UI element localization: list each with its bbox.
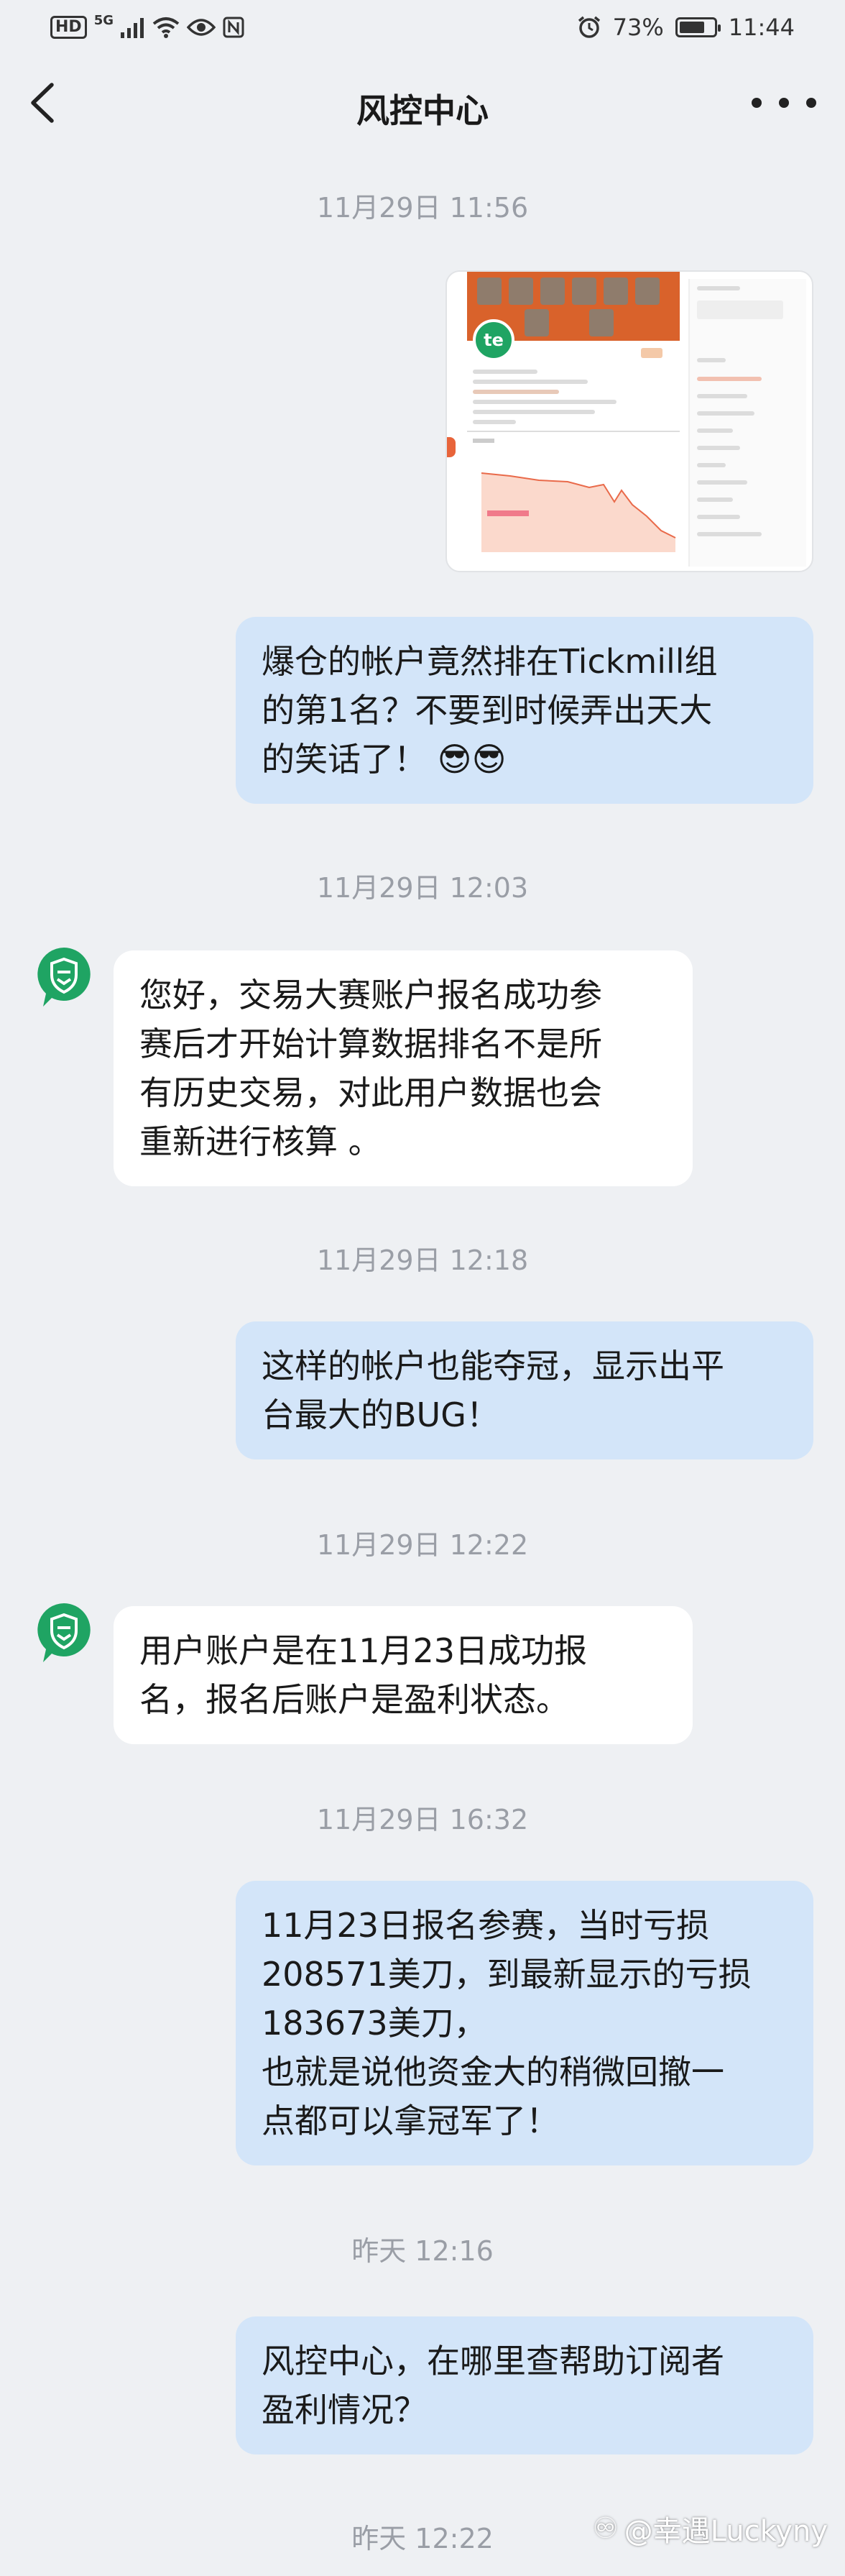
avatar bbox=[37, 1603, 91, 1662]
weibo-logo-icon: ♾ bbox=[592, 2512, 619, 2545]
image-side-panel bbox=[688, 279, 806, 567]
timestamp: 11月29日 12:22 bbox=[316, 1529, 529, 1561]
message-bubble-sent[interactable]: 11月23日报名参赛，当时亏损 208571美刀，到最新显示的亏损 183673… bbox=[236, 1881, 813, 2165]
timestamp: 11月29日 11:56 bbox=[316, 192, 529, 224]
message-bubble-received[interactable]: 用户账户是在11月23日成功报 名，报名后账户是盈利状态。 bbox=[114, 1606, 693, 1744]
nfc-icon bbox=[223, 17, 244, 38]
wifi-icon bbox=[152, 17, 180, 38]
message-bubble-sent[interactable]: 这样的帐户也能夺冠，显示出平 台最大的BUG！ bbox=[236, 1321, 813, 1459]
watermark-text: @幸遇Luckyny bbox=[624, 2515, 828, 2548]
more-dots-icon bbox=[779, 98, 789, 108]
hd-badge: HD bbox=[50, 16, 87, 39]
message-bubble-received[interactable]: 您好，交易大赛账户报名成功参 赛后才开始计算数据排名不是所 有历史交易，对此用户… bbox=[114, 950, 693, 1186]
timestamp: 11月29日 12:03 bbox=[316, 872, 529, 904]
page-title: 风控中心 bbox=[356, 91, 489, 130]
battery-percent: 73% bbox=[612, 14, 664, 41]
battery-icon bbox=[675, 17, 721, 37]
battery-level bbox=[679, 22, 704, 33]
status-bar: HD 5G 73% 11:44 bbox=[0, 0, 845, 58]
image-edge-handle bbox=[447, 437, 456, 457]
avatar bbox=[37, 948, 91, 1007]
watermark: ♾ @幸遇Luckyny bbox=[593, 2508, 828, 2549]
signal-icon bbox=[121, 18, 144, 38]
more-dots-icon bbox=[752, 98, 762, 108]
alarm-icon bbox=[578, 16, 600, 38]
image-chart bbox=[467, 431, 680, 552]
status-time: 11:44 bbox=[728, 14, 795, 41]
message-bubble-sent[interactable]: 风控中心，在哪里查帮助订阅者 盈利情况？ bbox=[236, 2316, 813, 2454]
status-left: HD 5G bbox=[50, 13, 244, 42]
timestamp: 昨天 12:16 bbox=[351, 2235, 494, 2267]
chat-header: 风控中心 bbox=[0, 63, 845, 142]
timestamp: 11月29日 16:32 bbox=[316, 1804, 529, 1835]
status-right: 73% 11:44 bbox=[577, 12, 795, 43]
message-bubble-sent[interactable]: 爆仓的帐户竟然排在Tickmill组 的第1名？不要到时候弄出天大 的笑话了！ … bbox=[236, 617, 813, 804]
more-dots-icon bbox=[806, 98, 816, 108]
image-message[interactable]: te bbox=[445, 270, 813, 572]
eye-icon bbox=[187, 19, 216, 36]
more-options-button[interactable] bbox=[752, 86, 816, 119]
timestamp: 11月29日 12:18 bbox=[316, 1245, 529, 1276]
image-inner-avatar: te bbox=[473, 319, 514, 361]
network-type: 5G bbox=[93, 12, 114, 28]
